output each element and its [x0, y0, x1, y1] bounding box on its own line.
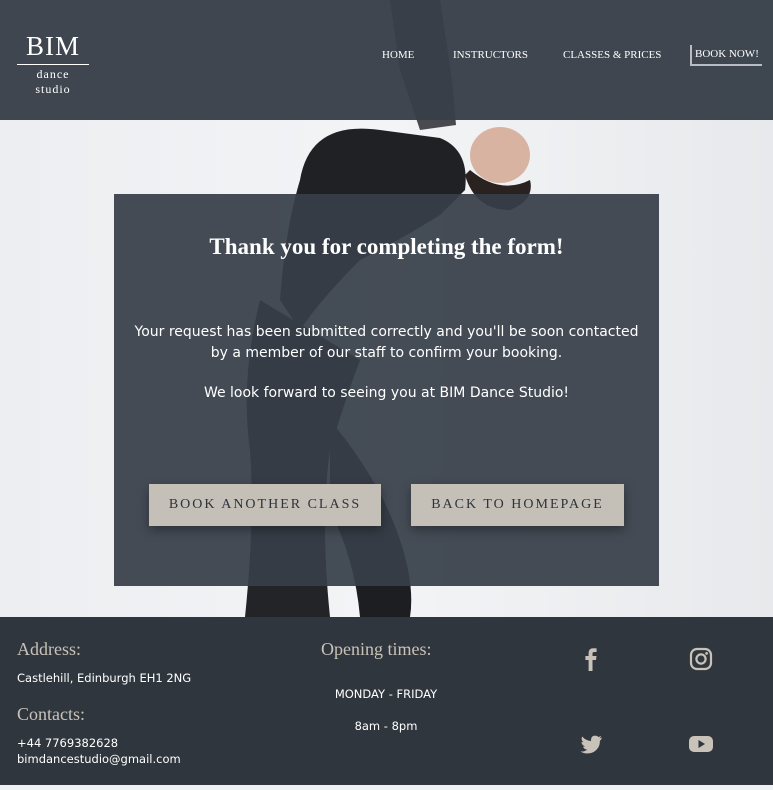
contacts-heading: Contacts: [17, 704, 85, 724]
confirmation-card: Thank you for completing the form! Your … [114, 194, 659, 586]
nav-home-link[interactable]: HOME [382, 47, 414, 63]
twitter-icon[interactable] [577, 730, 605, 758]
confirmation-message: Your request has been submitted correctl… [134, 324, 639, 361]
nav-instructors-link[interactable]: INSTRUCTORS [453, 47, 528, 63]
site-footer: Address: Castlehill, Edinburgh EH1 2NG C… [0, 617, 773, 790]
logo-subtitle: dance studio [35, 67, 71, 96]
phone-number[interactable]: +44 7769382628 [17, 736, 118, 750]
nav-classes-link[interactable]: CLASSES & PRICES [563, 47, 661, 63]
main-nav: HOME INSTRUCTORS CLASSES & PRICES BOOK N… [0, 45, 773, 66]
back-to-homepage-button[interactable]: BACK TO HOMEPAGE [411, 484, 624, 526]
confirmation-title: Thank you for completing the form! [209, 234, 564, 259]
address-heading: Address: [17, 639, 81, 659]
book-another-class-button[interactable]: BOOK ANOTHER CLASS [149, 484, 381, 526]
closing-message: We look forward to seeing you at BIM Dan… [203, 385, 570, 401]
page-bottom-edge [0, 785, 773, 790]
nav-book-now-link[interactable]: BOOK NOW! [690, 45, 762, 66]
opening-times-heading: Opening times: [321, 639, 432, 659]
opening-days: MONDAY - FRIDAY [334, 687, 438, 701]
youtube-icon[interactable] [687, 730, 715, 758]
email-address[interactable]: bimdancestudio@gmail.com [17, 752, 181, 766]
opening-hours: 8am - 8pm [354, 719, 418, 733]
address-text: Castlehill, Edinburgh EH1 2NG [17, 671, 192, 685]
facebook-icon[interactable] [577, 645, 605, 673]
instagram-icon[interactable] [687, 645, 715, 673]
site-header: BIM dance studio HOME INSTRUCTORS CLASSE… [0, 0, 773, 120]
